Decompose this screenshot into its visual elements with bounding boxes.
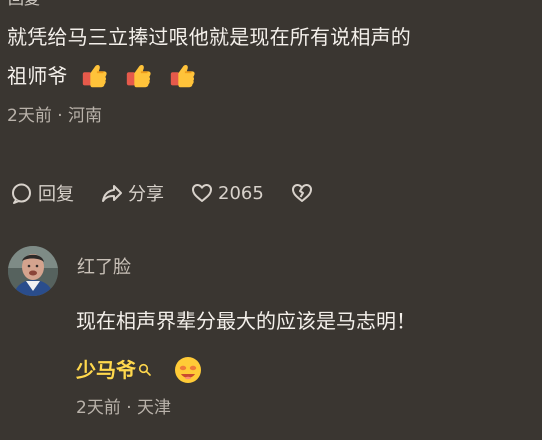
cut-off-username: 回复 bbox=[8, 0, 48, 6]
avatar[interactable] bbox=[8, 246, 58, 296]
heart-outline-icon bbox=[192, 184, 212, 202]
comment-block: 就凭给马三立捧过哏他就是现在所有说相声的 祖师爷 2天前 · 河南 bbox=[7, 18, 537, 128]
reply-username[interactable]: 红了脸 bbox=[77, 256, 131, 280]
comment-actions: 回复 分享 2065 bbox=[10, 177, 530, 209]
emoji-row bbox=[80, 61, 198, 91]
reply-button[interactable]: 回复 bbox=[10, 180, 74, 206]
reply-label: 回复 bbox=[38, 184, 74, 205]
like-count: 2065 bbox=[218, 182, 264, 204]
thumbs-up-icon bbox=[82, 64, 107, 87]
like-button[interactable]: 2065 bbox=[190, 181, 264, 205]
share-label: 分享 bbox=[128, 184, 164, 205]
dislike-button[interactable] bbox=[290, 181, 318, 205]
person-avatar-icon bbox=[8, 246, 58, 296]
comment-text-line-2: 祖师爷 bbox=[7, 57, 537, 96]
comment-text-line-2-label: 祖师爷 bbox=[7, 64, 68, 88]
comment-text-line-1: 就凭给马三立捧过哏他就是现在所有说相声的 bbox=[7, 25, 411, 49]
share-arrow-icon bbox=[102, 185, 122, 202]
mention-link[interactable]: 少马爷 bbox=[76, 357, 136, 383]
share-button[interactable]: 分享 bbox=[100, 180, 164, 206]
broken-heart-icon bbox=[291, 184, 312, 202]
reply-comment-block: 红了脸 现在相声界辈分最大的应该是马志明！ 少马爷 2天前 · 天津 bbox=[8, 246, 533, 436]
comment-text: 就凭给马三立捧过哏他就是现在所有说相声的 祖师爷 bbox=[7, 18, 537, 96]
mention-line: 少马爷 bbox=[76, 354, 526, 386]
laughing-face-icon bbox=[175, 357, 201, 383]
thumbs-up-icon bbox=[170, 64, 195, 87]
comment-bubble-icon bbox=[12, 183, 31, 204]
reply-meta: 2天前 · 天津 bbox=[76, 398, 172, 418]
comment-meta: 2天前 · 河南 bbox=[7, 106, 103, 126]
reply-text: 现在相声界辈分最大的应该是马志明！ bbox=[76, 309, 416, 333]
search-icon[interactable] bbox=[138, 363, 152, 377]
thumbs-up-icon bbox=[126, 64, 151, 87]
